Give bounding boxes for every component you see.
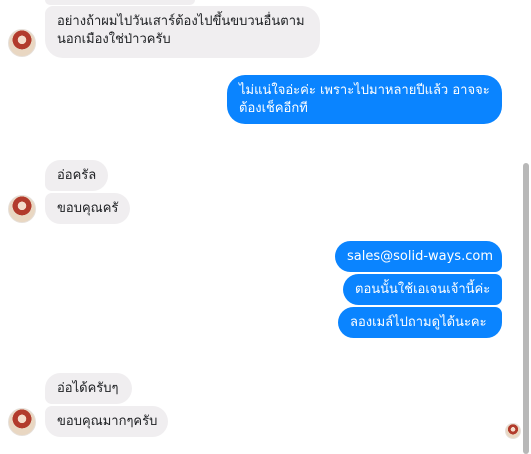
incoming-message[interactable]: อย่างถ้าผมไปวันเสาร์ต้องไปขึ้นขบวนอื่นตา… bbox=[45, 6, 320, 58]
contact-avatar[interactable] bbox=[8, 195, 36, 223]
contact-avatar[interactable] bbox=[8, 29, 36, 57]
outgoing-message[interactable]: ลองเมล์ไปถามดูได้นะคะ bbox=[338, 307, 502, 338]
incoming-message[interactable]: อ่อครัล bbox=[45, 160, 108, 191]
outgoing-message[interactable]: ตอนนั้นใช้เอเจนเจ้านี้ค่ะ bbox=[343, 274, 502, 305]
scrollbar-thumb[interactable] bbox=[523, 163, 529, 454]
incoming-message[interactable]: ขอบคุณครั bbox=[45, 193, 130, 224]
outgoing-message[interactable]: ไม่แน่ใจอ่ะค่ะ เพราะไปมาหลายปีแล้ว อาจจะ… bbox=[227, 75, 502, 124]
outgoing-message[interactable]: sales@solid-ways.com bbox=[335, 241, 502, 272]
message-thread: อย่างถ้าผมไปวันเสาร์ต้องไปขึ้นขบวนอื่นตา… bbox=[0, 0, 531, 454]
previous-message-bubble-edge bbox=[45, 0, 195, 5]
seen-receipt-avatar bbox=[505, 423, 521, 439]
contact-avatar[interactable] bbox=[8, 408, 36, 436]
incoming-message[interactable]: ขอบคุณมากๆครับ bbox=[45, 406, 168, 437]
incoming-message[interactable]: อ่อได้ครับๆ bbox=[45, 373, 132, 404]
